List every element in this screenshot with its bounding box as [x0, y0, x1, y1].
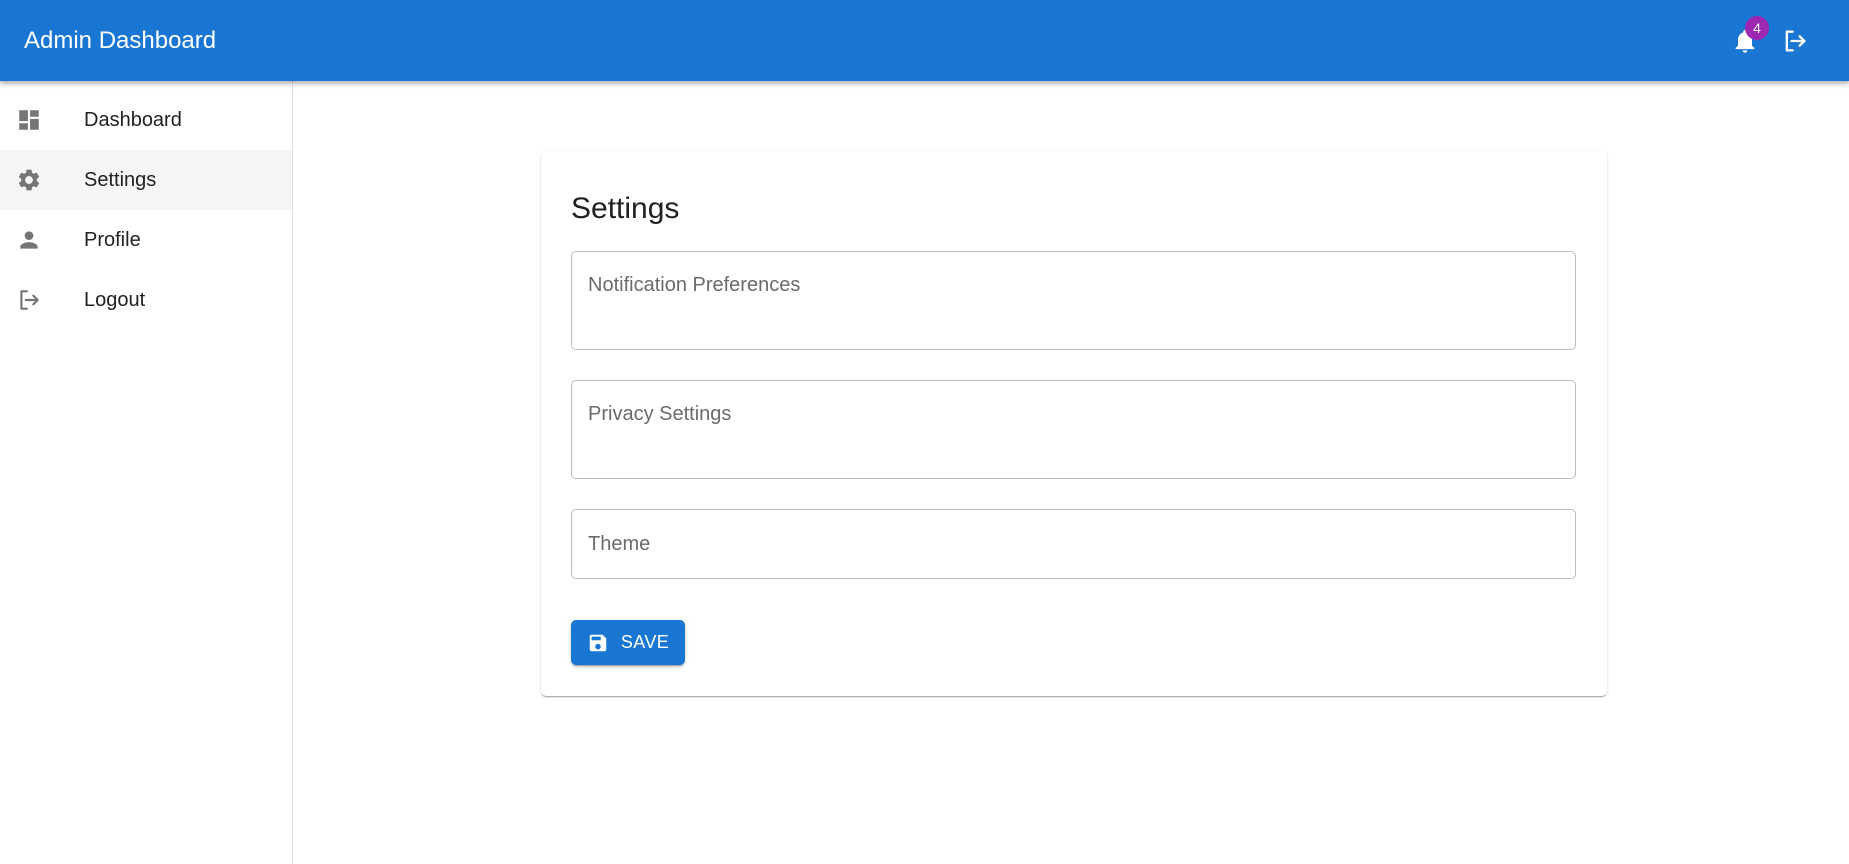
save-button-label: SAVE	[620, 632, 670, 652]
sidebar-item-profile[interactable]: Profile	[0, 210, 292, 270]
notification-preferences-input[interactable]	[572, 252, 1575, 349]
sidebar-item-label: Settings	[84, 168, 157, 191]
main-content: Settings SAVE	[293, 81, 1849, 864]
notification-preferences-field	[571, 251, 1576, 350]
privacy-settings-input[interactable]	[572, 381, 1575, 478]
sidebar-item-label: Dashboard	[84, 108, 182, 131]
theme-input[interactable]	[572, 510, 1575, 578]
sidebar-item-dashboard[interactable]: Dashboard	[0, 90, 292, 150]
privacy-settings-field	[571, 380, 1576, 479]
notification-badge: 4	[1745, 15, 1769, 40]
page-title: Settings	[571, 192, 680, 225]
sidebar-item-label: Profile	[84, 228, 141, 251]
sidebar: Dashboard Settings Profile Logout	[0, 81, 293, 864]
person-icon	[16, 227, 42, 253]
app-title: Admin Dashboard	[24, 26, 217, 54]
sidebar-item-label: Logout	[84, 288, 146, 311]
app-bar: Admin Dashboard 4	[0, 0, 1849, 81]
appbar-actions: 4	[1727, 15, 1813, 59]
sidebar-item-logout[interactable]: Logout	[0, 270, 292, 330]
save-button[interactable]: SAVE	[571, 620, 685, 665]
logout-icon	[1785, 30, 1806, 51]
gear-icon	[16, 167, 42, 193]
settings-card: Settings SAVE	[541, 151, 1607, 696]
save-icon	[589, 634, 607, 651]
notifications-button[interactable]: 4	[1727, 15, 1769, 59]
logout-icon	[16, 287, 42, 313]
appbar-logout-button[interactable]	[1777, 23, 1813, 59]
dashboard-icon	[16, 107, 42, 133]
theme-field	[571, 509, 1576, 579]
sidebar-item-settings[interactable]: Settings	[0, 150, 292, 210]
